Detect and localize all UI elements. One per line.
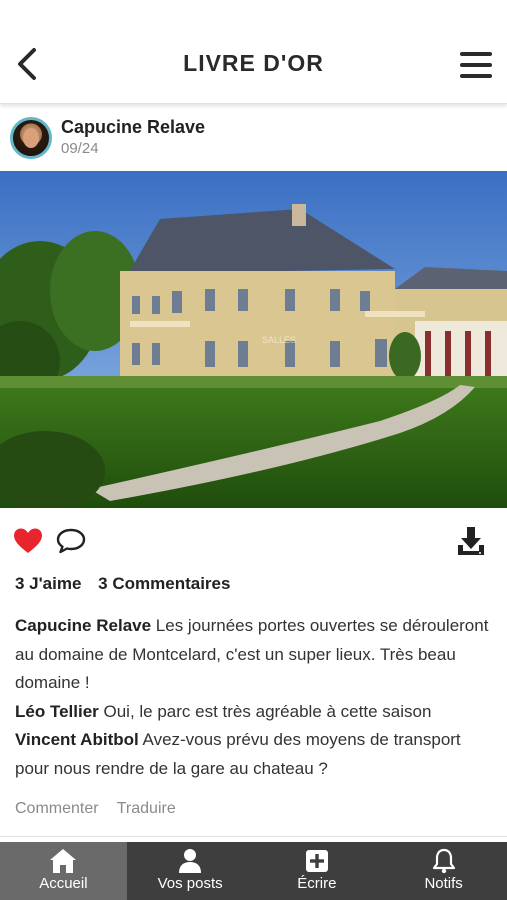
tab-label: Vos posts xyxy=(157,875,223,892)
avatar[interactable] xyxy=(10,117,52,159)
avatar-face xyxy=(23,128,39,148)
download-icon[interactable] xyxy=(456,525,486,557)
comment-item: Vincent Abitbol Avez-vous prévu des moye… xyxy=(15,726,495,783)
post-photo[interactable]: SALLES xyxy=(0,171,507,508)
comment-text: Oui, le parc est très agréable à cette s… xyxy=(103,701,432,721)
likes-count[interactable]: 3 J'aime xyxy=(15,574,81,593)
comment-item: Léo Tellier Oui, le parc est très agréab… xyxy=(15,698,495,727)
app-header: LIVRE D'OR xyxy=(0,0,507,104)
tab-ecrire[interactable]: Écrire xyxy=(254,842,381,900)
post-author-name[interactable]: Capucine Relave xyxy=(61,117,205,138)
bottom-tab-bar: Accueil Vos posts Écrire Notifs xyxy=(0,842,507,900)
photo-watermark: SALLES xyxy=(262,335,296,345)
comment-author[interactable]: Léo Tellier xyxy=(15,702,99,721)
post-date: 09/24 xyxy=(61,140,99,157)
translate-link[interactable]: Traduire xyxy=(117,800,176,817)
speech-bubble-icon[interactable] xyxy=(55,527,87,555)
comment-link[interactable]: Commenter xyxy=(15,800,99,817)
post-stats: 3 J'aime 3 Commentaires xyxy=(15,574,242,594)
user-icon xyxy=(179,849,202,873)
comment-author[interactable]: Capucine Relave xyxy=(15,616,151,635)
comment-item: Capucine Relave Les journées portes ouve… xyxy=(15,612,495,698)
tab-label: Accueil xyxy=(39,875,88,892)
tab-label: Notifs xyxy=(424,875,463,892)
tab-label: Écrire xyxy=(297,875,337,892)
bell-icon xyxy=(432,848,455,874)
comments-count[interactable]: 3 Commentaires xyxy=(98,574,230,593)
tab-notifs[interactable]: Notifs xyxy=(380,842,507,900)
post-links: Commenter Traduire xyxy=(15,800,190,818)
home-icon xyxy=(50,849,77,873)
post-author-row: Capucine Relave 09/24 xyxy=(0,112,507,166)
tab-accueil[interactable]: Accueil xyxy=(0,842,127,900)
comment-author[interactable]: Vincent Abitbol xyxy=(15,730,139,749)
comment-list: Capucine Relave Les journées portes ouve… xyxy=(15,612,495,783)
page-title: LIVRE D'OR xyxy=(183,50,324,76)
post-actions xyxy=(0,522,507,562)
divider xyxy=(0,836,507,837)
heart-icon[interactable] xyxy=(13,527,43,555)
hamburger-icon[interactable] xyxy=(459,48,493,82)
plus-square-icon xyxy=(305,850,328,872)
tab-vos-posts[interactable]: Vos posts xyxy=(127,842,254,900)
